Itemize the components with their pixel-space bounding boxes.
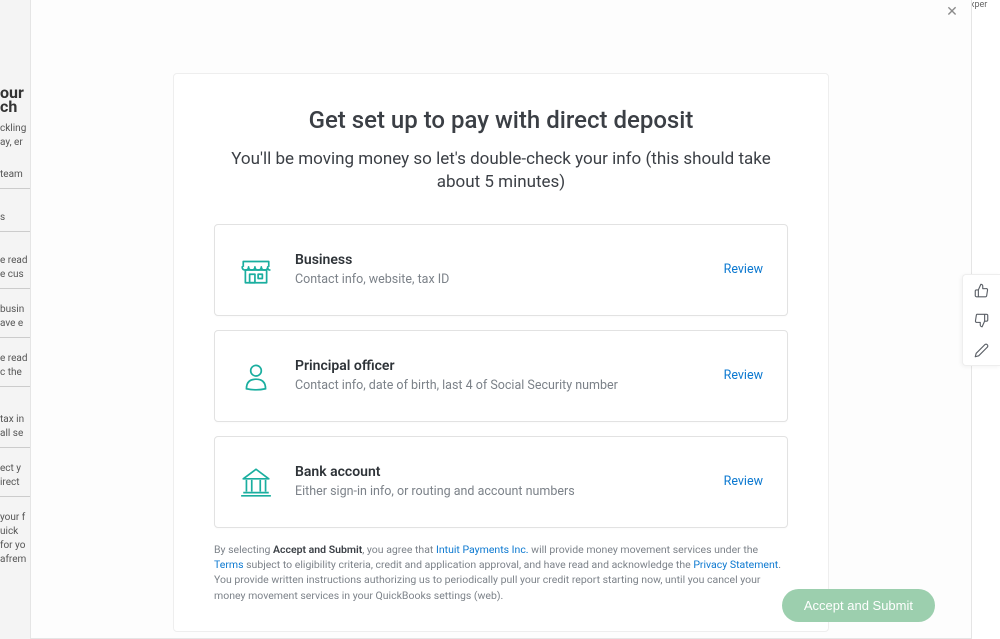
section-title: Principal officer [295,358,702,374]
edit-icon[interactable] [963,335,1000,365]
accept-submit-button[interactable]: Accept and Submit [782,589,935,622]
storefront-icon [239,253,273,287]
section-desc: Contact info, date of birth, last 4 of S… [295,378,702,393]
feedback-widget [962,274,1000,366]
setup-card: Get set up to pay with direct deposit Yo… [173,73,829,632]
review-link[interactable]: Review [724,474,763,489]
review-link[interactable]: Review [724,368,763,383]
section-title: Business [295,252,702,268]
privacy-link[interactable]: Privacy Statement [693,558,778,571]
section-bank-account[interactable]: Bank account Either sign-in info, or rou… [214,436,788,528]
bg-heading: ch [0,100,30,114]
section-desc: Either sign-in info, or routing and acco… [295,484,702,499]
thumbs-up-icon[interactable] [963,275,1000,305]
review-link[interactable]: Review [724,262,763,277]
background-top-right: xper [970,0,1000,20]
setup-modal: ✕ Get set up to pay with direct deposit … [30,0,972,639]
person-icon [239,359,273,393]
section-business[interactable]: Business Contact info, website, tax ID R… [214,224,788,316]
card-title: Get set up to pay with direct deposit [214,106,788,134]
legal-text: By selecting Accept and Submit, you agre… [214,542,788,603]
close-icon[interactable]: ✕ [945,5,959,19]
section-title: Bank account [295,464,702,480]
thumbs-down-icon[interactable] [963,305,1000,335]
section-principal-officer[interactable]: Principal officer Contact info, date of … [214,330,788,422]
section-desc: Contact info, website, tax ID [295,272,702,287]
background-left-strip: our ch ckling ay, er team s e read e cus… [0,0,30,639]
terms-link[interactable]: Terms [214,558,244,571]
card-subtitle: You'll be moving money so let's double-c… [231,148,771,194]
bank-icon [239,465,273,499]
intuit-payments-link[interactable]: Intuit Payments Inc. [436,543,529,556]
